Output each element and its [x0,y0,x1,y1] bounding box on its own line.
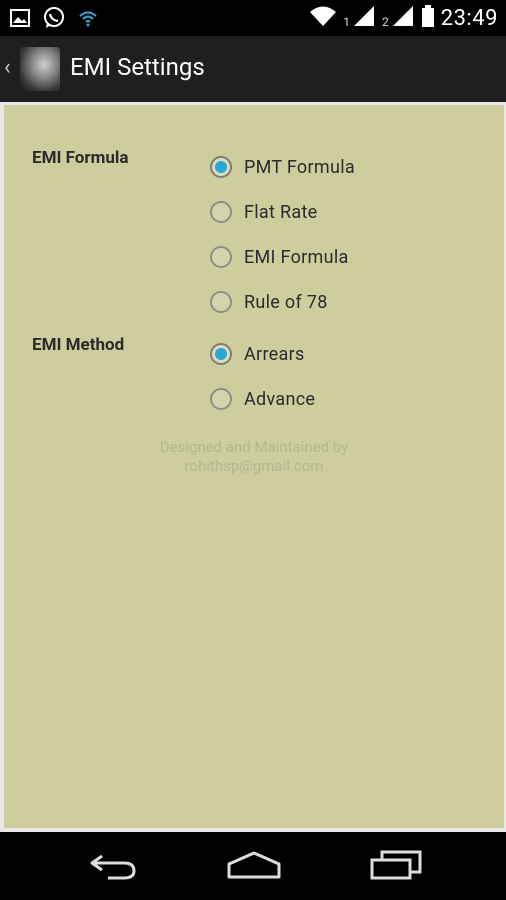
radio-button[interactable] [210,291,232,313]
credit-email: rohithsp@gmail.com [184,457,324,475]
radio-rule-of-78[interactable]: Rule of 78 [210,286,328,318]
sim2-label: 2 [381,15,389,29]
action-bar: ‹ EMI Settings [0,36,506,102]
radio-emi-formula[interactable]: EMI Formula [210,241,349,273]
radio-label: Advance [244,388,316,410]
whatsapp-icon [42,6,66,34]
radio-flat-rate[interactable]: Flat Rate [210,196,318,228]
status-bar: 1 2 23:49 [0,0,506,36]
up-navigation-chevron-icon[interactable]: ‹ [4,56,11,80]
radio-label: Flat Rate [244,201,318,223]
status-bar-notifications [10,6,98,34]
back-icon[interactable] [88,850,138,884]
emi-method-label: EMI Method [32,335,125,355]
radio-label: EMI Formula [244,246,349,268]
radio-label: Rule of 78 [244,291,328,313]
radio-button-checked[interactable] [210,156,232,178]
status-bar-system: 1 2 23:49 [309,4,498,32]
clock: 23:49 [440,5,498,31]
radio-button-checked[interactable] [210,343,232,365]
wifi-signal-icon [78,9,98,31]
sim1-label: 1 [343,15,350,29]
signal-icon [391,4,415,32]
radio-button[interactable] [210,201,232,223]
radio-advance[interactable]: Advance [210,383,315,415]
wifi-icon [309,5,337,31]
app-icon[interactable] [20,47,60,91]
signal-icon [352,4,376,32]
credit-line-1: Designed and Maintained by [159,438,349,456]
radio-pmt-formula[interactable]: PMT Formula [210,151,355,183]
image-icon [10,9,30,31]
battery-icon [421,4,435,32]
radio-button[interactable] [210,388,232,410]
radio-button[interactable] [210,246,232,268]
home-icon[interactable] [226,850,282,884]
navigation-bar [0,832,506,900]
recent-apps-icon[interactable] [370,850,422,884]
settings-panel: EMI Formula PMT Formula Flat Rate EMI Fo… [4,105,504,828]
radio-arrears[interactable]: Arrears [210,338,305,370]
page-title: EMI Settings [70,53,205,81]
radio-label: Arrears [244,343,305,365]
radio-label: PMT Formula [244,156,355,178]
emi-formula-label: EMI Formula [32,148,129,168]
